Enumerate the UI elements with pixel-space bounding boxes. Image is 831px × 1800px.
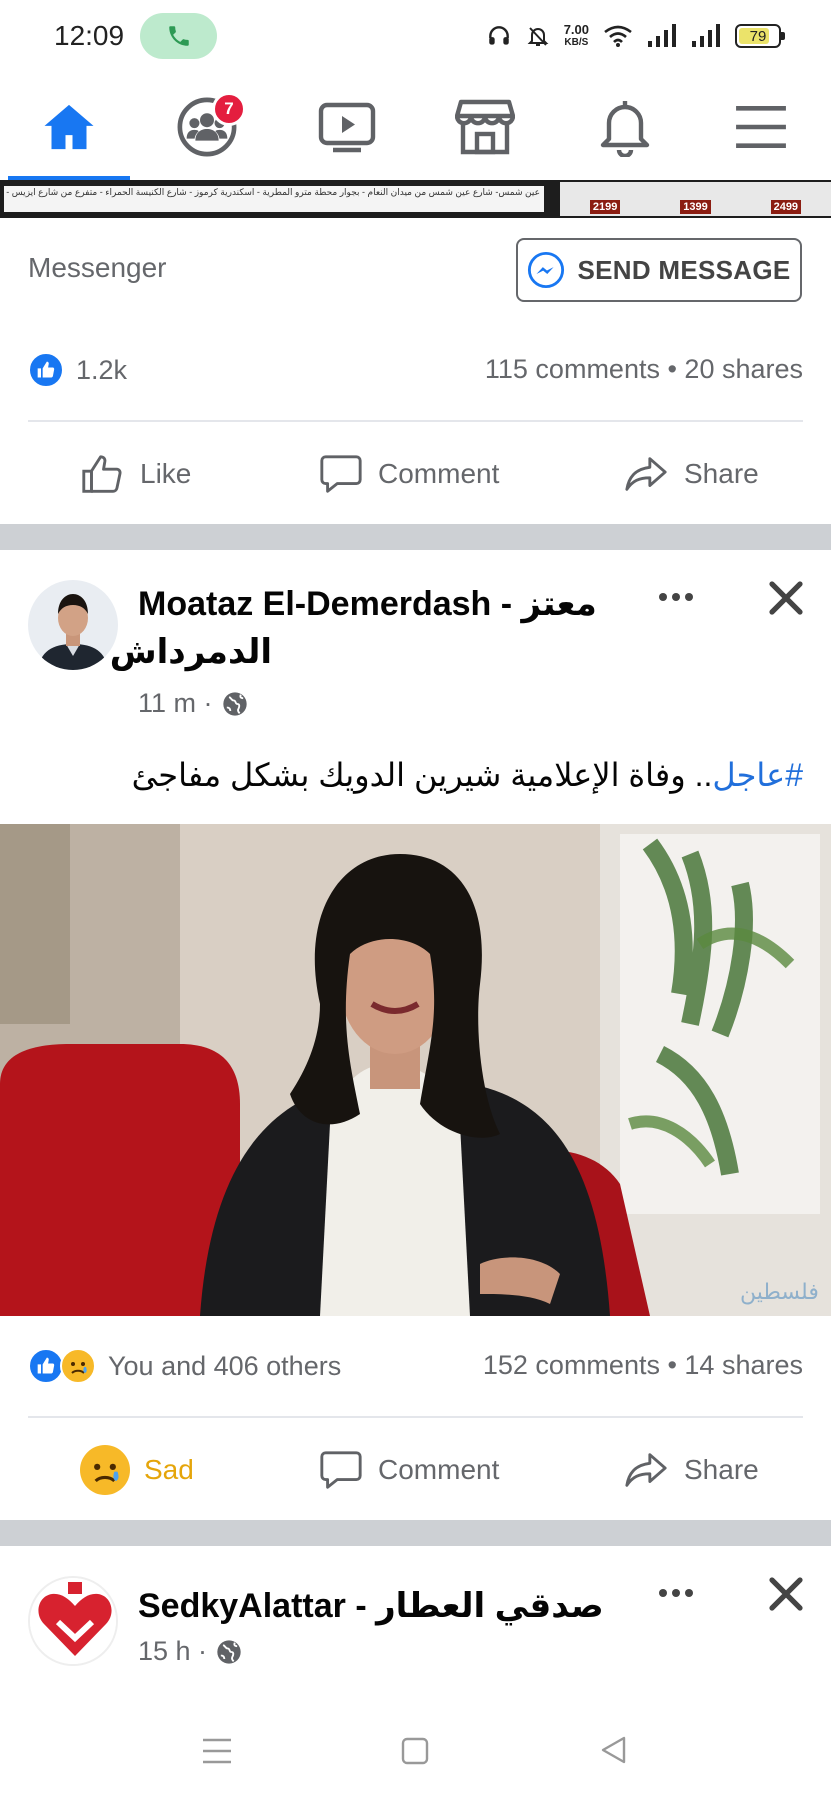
post2-meta: 11 m ·: [138, 688, 249, 719]
signal-icon-1: [648, 24, 676, 47]
share-button[interactable]: Share: [622, 434, 759, 514]
share-button[interactable]: Share: [622, 1430, 759, 1510]
facebook-nav-bar: 7: [0, 74, 831, 180]
comment-icon: [320, 1451, 362, 1489]
like-reaction-icon: [28, 352, 64, 388]
post1-reaction-count: 1.2k: [76, 354, 128, 385]
post2-reactions[interactable]: You and 406 others: [28, 1346, 341, 1386]
recents-menu-icon[interactable]: [200, 1736, 234, 1766]
status-bar: 12:09 7.00 KB/S 79: [0, 0, 831, 74]
nav-menu[interactable]: [716, 92, 806, 162]
messenger-icon: [528, 251, 565, 289]
post2-author-name[interactable]: Moataz El-Demerdash - معتز الدمرداش: [110, 580, 638, 676]
post2-hashtag[interactable]: #عاجل: [712, 757, 803, 793]
mute-bell-icon: [527, 27, 549, 46]
nav-watch[interactable]: [302, 92, 392, 162]
post2-author-avatar[interactable]: [28, 580, 118, 670]
send-message-label: SEND MESSAGE: [577, 254, 791, 285]
home-square-icon[interactable]: [400, 1736, 430, 1766]
post3-author-avatar[interactable]: [28, 1576, 118, 1666]
network-speed: 7.00 KB/S: [563, 22, 589, 48]
groups-notification-badge: 7: [212, 92, 246, 126]
status-icons: 7.00 KB/S 79: [486, 18, 785, 54]
feed-separator: [0, 524, 831, 550]
post2-text: #عاجل.. وفاة الإعلامية شيرين الدويك بشكل…: [131, 757, 803, 793]
hamburger-menu-icon: [736, 106, 786, 148]
post2-hide-button[interactable]: [762, 574, 810, 622]
back-triangle-icon[interactable]: [598, 1734, 628, 1766]
post2-timestamp[interactable]: 11 m ·: [138, 688, 213, 719]
sad-reaction-icon: [60, 1348, 96, 1384]
post3-timestamp[interactable]: 15 h ·: [138, 1636, 207, 1667]
sad-emoji-icon: [80, 1445, 130, 1495]
ad-address-text: عين شمس- شارع عين شمس من ميدان النعام - …: [4, 186, 544, 212]
signal-icon-2: [692, 24, 720, 47]
globe-icon: [222, 691, 247, 716]
send-message-button[interactable]: SEND MESSAGE: [516, 238, 802, 302]
status-time: 12:09: [54, 20, 125, 51]
like-button[interactable]: Like: [78, 434, 191, 514]
post2-stats[interactable]: 152 comments • 14 shares: [483, 1350, 803, 1381]
post2-more-options-button[interactable]: [652, 582, 700, 612]
sad-reaction-button[interactable]: Sad: [80, 1430, 194, 1510]
nav-home[interactable]: [24, 92, 114, 162]
divider: [28, 1416, 803, 1418]
post3-meta: 15 h ·: [138, 1636, 243, 1667]
close-icon: [769, 1577, 803, 1611]
messenger-label: Messenger: [28, 252, 167, 283]
svg-text:فلسطين: فلسطين: [740, 1280, 819, 1305]
phone-icon: [169, 26, 189, 46]
watch-icon: [318, 102, 376, 153]
wifi-icon: [604, 25, 632, 47]
post1-reactions[interactable]: 1.2k: [28, 350, 127, 390]
ad-price: 1399: [680, 200, 711, 214]
post3-author-name[interactable]: SedkyAlattar - صدقي العطار: [138, 1582, 604, 1630]
post2-action-row: Sad Comment Share: [0, 1430, 831, 1510]
comment-button[interactable]: Comment: [318, 434, 499, 514]
marketplace-icon: [455, 99, 515, 155]
system-navigation-bar: [0, 1700, 831, 1800]
share-arrow-icon: [625, 1453, 667, 1487]
comment-icon: [320, 455, 362, 493]
ad-price: 2199: [589, 200, 621, 214]
ad-price: 2499: [770, 200, 802, 214]
bell-icon: [600, 101, 650, 157]
globe-icon: [217, 1639, 241, 1664]
feed-separator: [0, 1520, 831, 1546]
comment-button[interactable]: Comment: [318, 1430, 499, 1510]
post1-stats[interactable]: 115 comments • 20 shares: [485, 354, 803, 385]
post3-hide-button[interactable]: [762, 1570, 810, 1618]
divider: [28, 420, 803, 422]
post2-photo[interactable]: فلسطين: [0, 824, 831, 1316]
post3-more-options-button[interactable]: [652, 1578, 700, 1608]
post2-reaction-text: You and 406 others: [108, 1350, 342, 1381]
share-arrow-icon: [625, 457, 667, 491]
like-reaction-icon: [28, 1348, 64, 1384]
ad-image-strip[interactable]: عين شمس- شارع عين شمس من ميدان النعام - …: [0, 180, 831, 218]
close-icon: [769, 581, 803, 615]
ad-prices: 2199 1399 2499: [560, 182, 831, 216]
ongoing-call-pill[interactable]: [140, 13, 217, 59]
nav-notifications[interactable]: [580, 92, 670, 162]
battery-indicator: 79: [735, 24, 785, 48]
home-icon: [44, 104, 94, 150]
headset-icon: [488, 26, 509, 45]
post1-action-row: Like Comment Share: [0, 434, 831, 514]
like-thumb-icon: [82, 455, 122, 493]
nav-marketplace[interactable]: [440, 92, 530, 162]
